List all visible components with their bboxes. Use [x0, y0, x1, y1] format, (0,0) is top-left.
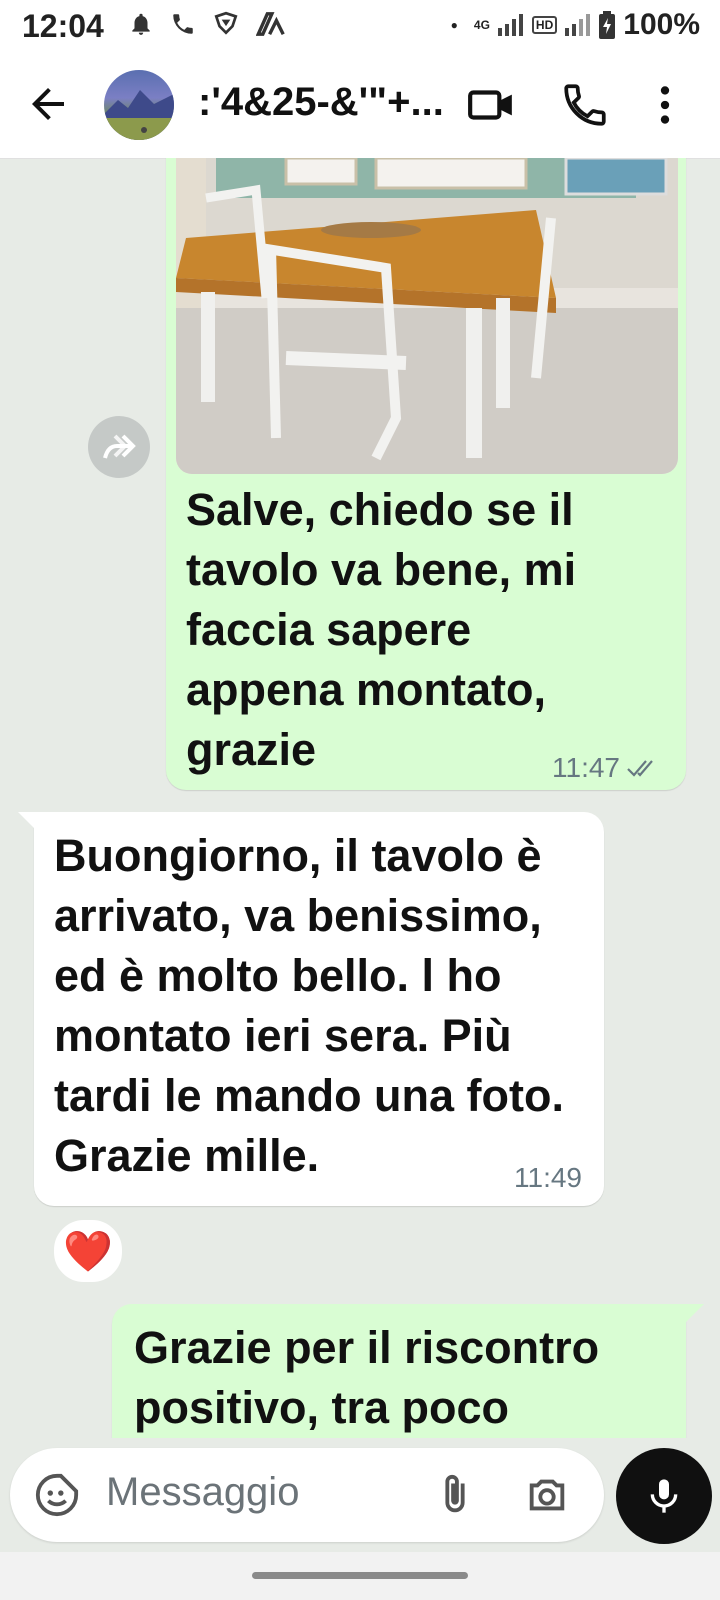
message-text: Salve, chiedo se il tavolo va bene, mi f… — [186, 484, 577, 775]
message-time: 11:49 — [514, 1162, 582, 1193]
battery-level: 100% — [623, 8, 700, 41]
network-label: 4G — [473, 18, 490, 32]
home-gesture-handle[interactable] — [252, 1572, 468, 1579]
ar-app-icon — [256, 12, 285, 36]
contact-avatar[interactable] — [104, 70, 174, 140]
message-meta: 11:49 — [514, 1162, 582, 1194]
forward-icon — [103, 434, 136, 459]
more-options-icon[interactable] — [640, 80, 690, 130]
status-icons — [128, 10, 290, 38]
status-right: ● 4G HD 100% — [450, 8, 700, 41]
shield-app-icon — [214, 11, 238, 35]
bubble-tail — [18, 812, 36, 830]
message-time: 11:47 — [552, 752, 620, 783]
forward-button[interactable] — [88, 416, 150, 478]
message-composer[interactable]: Messaggio — [10, 1448, 604, 1542]
chat-header: :'4&25-&'"+... — [0, 52, 720, 159]
camera-icon[interactable] — [524, 1472, 570, 1518]
signal-icon-2 — [565, 14, 591, 36]
voice-message-button[interactable] — [616, 1448, 712, 1544]
read-receipt-icon — [627, 760, 653, 777]
signal-icon — [497, 14, 523, 36]
attach-icon[interactable] — [432, 1472, 478, 1518]
sticker-icon[interactable] — [34, 1472, 80, 1518]
microphone-icon — [650, 1479, 678, 1513]
contact-name[interactable]: :'4&25-&'"+... — [198, 80, 448, 125]
back-arrow-icon[interactable] — [24, 80, 72, 128]
message-meta: 11:47 — [552, 752, 660, 784]
hd-badge: HD — [531, 16, 558, 34]
bell-icon — [132, 13, 150, 35]
video-call-icon[interactable] — [466, 80, 516, 130]
system-nav-bar — [0, 1552, 720, 1600]
message-text: Grazie per il riscontro positivo, tra po… — [134, 1322, 600, 1433]
status-bar: 12:04 ● 4G HD 100% — [0, 0, 720, 52]
phone-icon[interactable] — [560, 80, 610, 130]
chat-area[interactable]: Salve, chiedo se il tavolo va bene, mi f… — [0, 158, 720, 1438]
status-time: 12:04 — [22, 8, 104, 44]
message-text: Buongiorno, il tavolo è arrivato, va ben… — [54, 830, 565, 1181]
bubble-tail — [686, 1304, 704, 1322]
reaction-badge[interactable]: ❤️ — [52, 1218, 124, 1284]
heart-reaction-icon: ❤️ — [63, 1229, 113, 1274]
wifi-call-icon — [173, 14, 193, 34]
message-input[interactable]: Messaggio — [106, 1470, 299, 1515]
table-photo-image — [176, 158, 678, 474]
message-photo[interactable] — [176, 158, 678, 474]
battery-icon — [599, 11, 616, 39]
